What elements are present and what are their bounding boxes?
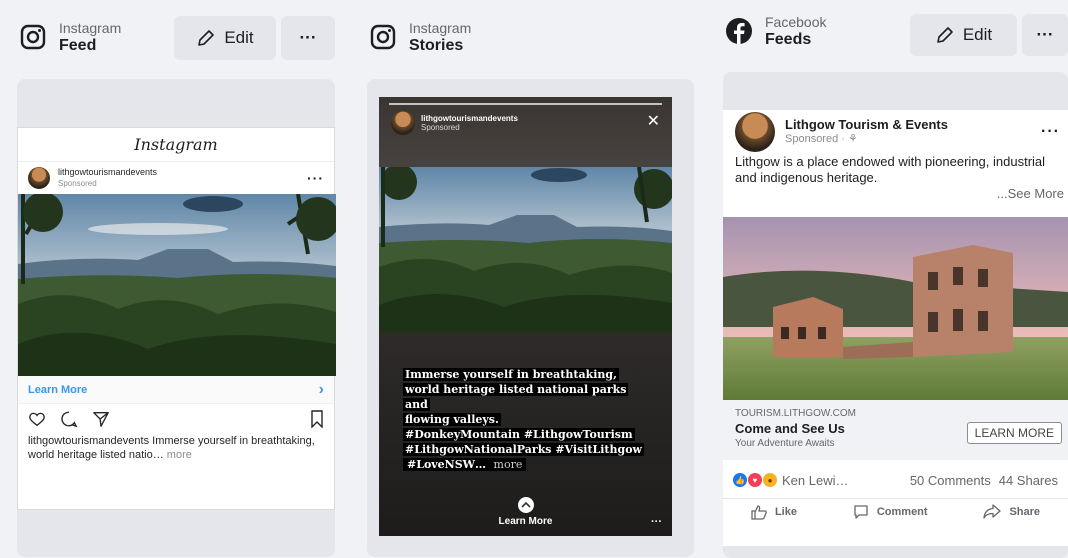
- post-header: lithgowtourismandevents Sponsored ···: [18, 162, 334, 194]
- sponsored-label: Sponsored: [421, 123, 460, 132]
- placement-name: Feed: [59, 37, 97, 54]
- send-icon[interactable]: [92, 410, 110, 428]
- learn-more-button[interactable]: LEARN MORE: [966, 422, 1062, 444]
- love-reaction-icon: ♥: [748, 473, 762, 487]
- chevron-right-icon: ›: [318, 380, 324, 398]
- post-image: [18, 194, 336, 376]
- post-image: [723, 217, 1068, 400]
- comment-icon[interactable]: [60, 410, 78, 428]
- sponsored-label: Sponsored: [58, 179, 97, 188]
- comment-button[interactable]: Comment: [853, 504, 928, 520]
- see-more-link[interactable]: ...See More: [723, 186, 1068, 201]
- post-more-button[interactable]: ···: [307, 170, 324, 186]
- wow-reaction-icon: ●: [763, 473, 777, 487]
- placement-header: Facebook Feeds: [723, 8, 826, 54]
- avatar: [28, 167, 50, 189]
- placement-name: Feeds: [765, 31, 812, 48]
- post-actions: [18, 404, 334, 434]
- story-progress-bar: [389, 103, 662, 105]
- learn-more-button[interactable]: Learn More: [379, 497, 672, 527]
- caption-more-link[interactable]: more: [488, 458, 525, 471]
- reaction-names[interactable]: Ken Lewi…: [782, 473, 848, 488]
- placement-kind: Instagram: [59, 20, 122, 36]
- comments-count[interactable]: 50 Comments: [910, 473, 991, 488]
- engagement-stats: 👍 ♥ ● Ken Lewi… 50 Comments 44 Shares: [723, 468, 1068, 492]
- placement-kind: Facebook: [765, 14, 827, 30]
- placement-name: Stories: [409, 37, 464, 54]
- pencil-icon: [937, 27, 953, 43]
- shares-count[interactable]: 44 Shares: [999, 473, 1058, 488]
- caption-more-link[interactable]: more: [164, 449, 192, 461]
- post-caption: lithgowtourismandevents Immerse yourself…: [18, 434, 334, 462]
- instagram-wordmark: Instagram: [18, 128, 334, 162]
- link-domain: TOURISM.LITHGOW.COM: [735, 408, 856, 419]
- caption-account: lithgowtourismandevents: [28, 435, 150, 447]
- share-icon: [983, 503, 1002, 519]
- edit-button[interactable]: Edit: [910, 14, 1017, 56]
- placement-header: Instagram Feed: [17, 14, 121, 60]
- instagram-icon: [17, 21, 49, 53]
- pencil-icon: [198, 30, 215, 46]
- chevron-up-icon: [517, 497, 534, 513]
- story-more-button[interactable]: ···: [651, 516, 662, 528]
- post-text: Lithgow is a place endowed with pioneeri…: [735, 154, 1046, 185]
- link-preview[interactable]: TOURISM.LITHGOW.COM Come and See Us Your…: [723, 400, 1068, 460]
- comment-icon: [854, 504, 868, 519]
- more-options-button[interactable]: ···: [1022, 14, 1068, 56]
- story-header: lithgowtourismandevents Sponsored: [391, 111, 518, 135]
- instagram-feed-preview: Instagram lithgowtourismandevents Sponso…: [17, 127, 336, 510]
- bookmark-icon[interactable]: [310, 410, 324, 428]
- account-name[interactable]: lithgowtourismandevents: [421, 114, 518, 123]
- placement-header: Instagram Stories: [367, 14, 471, 60]
- instagram-icon: [367, 21, 399, 53]
- more-options-button[interactable]: ···: [281, 16, 335, 60]
- account-name[interactable]: lithgowtourismandevents: [58, 167, 157, 178]
- heart-icon[interactable]: [28, 410, 46, 428]
- placement-kind: Instagram: [409, 20, 472, 36]
- story-image: [379, 167, 672, 333]
- sponsored-label: Sponsored · ⚘: [785, 133, 858, 145]
- like-reaction-icon: 👍: [733, 473, 747, 487]
- page-name[interactable]: Lithgow Tourism & Events: [785, 117, 948, 132]
- post-more-button[interactable]: ···: [1041, 123, 1060, 141]
- share-button[interactable]: Share: [983, 503, 1040, 520]
- facebook-icon: [723, 15, 755, 47]
- avatar: [735, 112, 775, 152]
- story-caption: Immerse yourself in breathtaking, world …: [403, 368, 645, 471]
- learn-more-link[interactable]: Learn More ›: [18, 376, 334, 404]
- story-preview: lithgowtourismandevents Sponsored ✕ Imme…: [379, 97, 672, 536]
- post-header: Lithgow Tourism & Events Sponsored · ⚘ ·…: [723, 110, 1068, 154]
- post-actions: Like Comment Share: [723, 498, 1068, 524]
- avatar: [391, 111, 415, 135]
- edit-button[interactable]: Edit: [174, 16, 276, 60]
- facebook-feed-preview: Lithgow Tourism & Events Sponsored · ⚘ ·…: [723, 110, 1068, 546]
- like-icon: [751, 504, 767, 520]
- close-icon[interactable]: ✕: [647, 111, 660, 131]
- like-button[interactable]: Like: [751, 504, 797, 520]
